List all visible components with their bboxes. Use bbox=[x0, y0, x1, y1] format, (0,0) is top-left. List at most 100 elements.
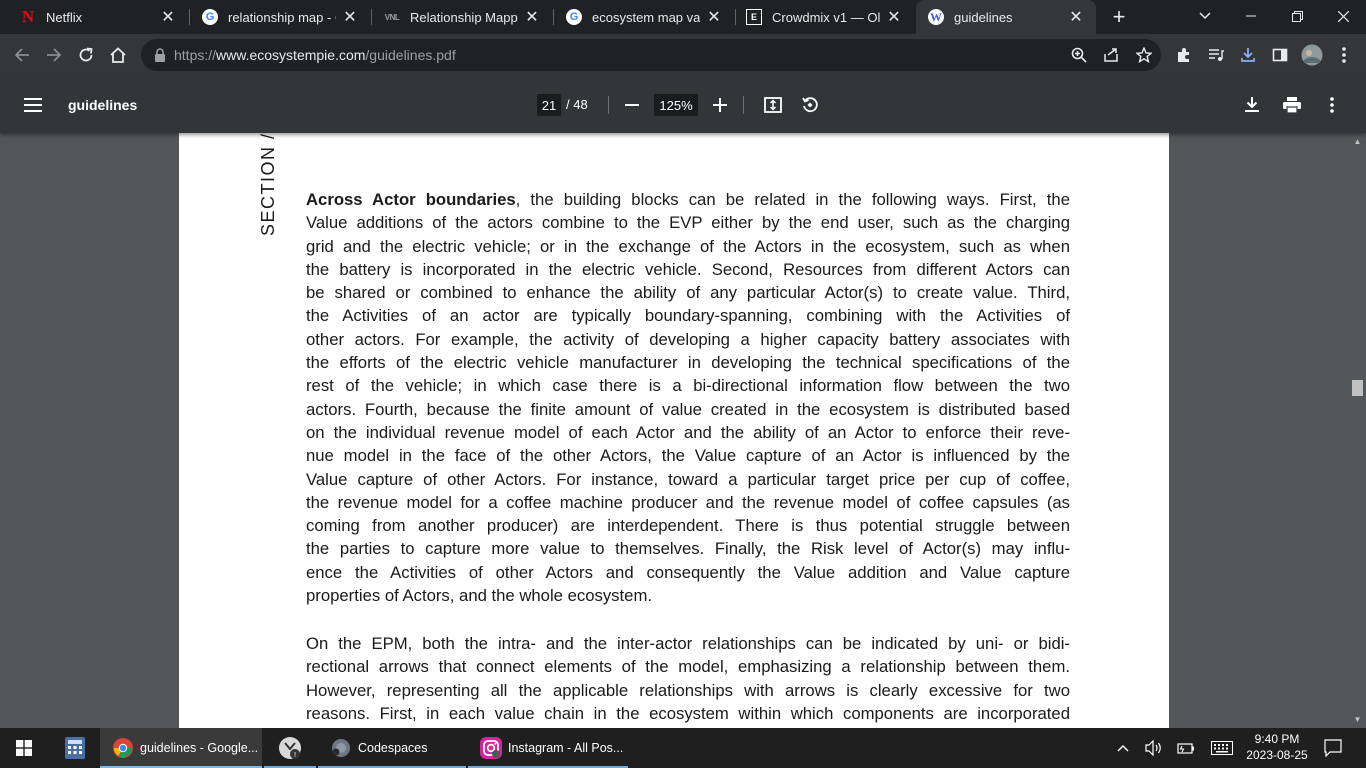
more-vert-icon bbox=[1330, 97, 1334, 113]
download-button[interactable] bbox=[1240, 93, 1264, 117]
taskbar-chrome-guidelines[interactable]: guidelines - Google... bbox=[100, 728, 262, 768]
calculator-icon bbox=[65, 737, 85, 759]
text-line: However, representing all the applicable… bbox=[306, 680, 1070, 700]
minimize-icon bbox=[1246, 15, 1256, 17]
start-button[interactable] bbox=[0, 728, 48, 768]
taskbar-label: Instagram - All Pos... bbox=[508, 741, 624, 755]
restore-button[interactable] bbox=[1274, 0, 1320, 32]
zoom-in-button[interactable] bbox=[708, 93, 732, 117]
codespaces-icon bbox=[332, 739, 350, 757]
fit-page-icon bbox=[764, 97, 782, 113]
back-button[interactable] bbox=[10, 43, 34, 67]
zoom-icon[interactable] bbox=[1069, 45, 1089, 65]
volume-button[interactable] bbox=[1142, 728, 1166, 768]
chrome-icon bbox=[113, 738, 133, 758]
keyboard-button[interactable] bbox=[1206, 728, 1238, 768]
svg-text:!: ! bbox=[294, 751, 297, 759]
pdf-title: guidelines bbox=[68, 97, 138, 113]
download-icon[interactable] bbox=[1236, 43, 1260, 67]
tab-title: Relationship Mapping bbox=[410, 9, 518, 25]
text-line: the efforts of the electric vehicle manu… bbox=[306, 353, 1070, 373]
zoom-out-button[interactable] bbox=[620, 93, 644, 117]
text-line: Across Actor boundaries, the building bl… bbox=[306, 188, 1070, 211]
text-line: On the EPM, both the intra- and the inte… bbox=[306, 634, 1070, 653]
taskbar-calculator[interactable] bbox=[52, 728, 98, 768]
chevron-up-icon bbox=[1117, 745, 1129, 752]
vertical-scrollbar[interactable]: ▲ ▼ bbox=[1349, 133, 1366, 728]
taskbar-label: guidelines - Google... bbox=[140, 741, 259, 755]
minus-icon bbox=[625, 104, 639, 106]
close-icon[interactable]: ✕ bbox=[158, 7, 178, 27]
paragraph-actor-boundaries: Across Actor boundaries, the building bl… bbox=[306, 188, 1070, 607]
notifications-button[interactable] bbox=[1318, 728, 1348, 768]
rotate-icon bbox=[802, 97, 818, 113]
scroll-down-arrow-icon[interactable]: ▼ bbox=[1353, 715, 1362, 724]
rotate-button[interactable] bbox=[798, 93, 822, 117]
hamburger-menu-icon[interactable] bbox=[22, 94, 44, 114]
profile-avatar-icon[interactable] bbox=[1300, 43, 1324, 67]
tab-crowdmix[interactable]: E Crowdmix v1 — Olga ✕ bbox=[734, 0, 914, 34]
reload-button[interactable] bbox=[74, 43, 98, 67]
printer-icon bbox=[1283, 97, 1301, 113]
taskbar-instagram[interactable]: Instagram - All Pos... bbox=[468, 728, 628, 768]
tab-netflix[interactable]: N Netflix ✕ bbox=[8, 0, 188, 34]
print-button[interactable] bbox=[1280, 93, 1304, 117]
tab-guidelines[interactable]: W guidelines ✕ bbox=[916, 0, 1096, 34]
pdf-toolbar: guidelines 21 / 48 125% bbox=[0, 76, 1366, 133]
taskbar-clock[interactable]: 9:40 PM 2023-08-25 bbox=[1244, 731, 1310, 763]
scroll-up-arrow-icon[interactable]: ▲ bbox=[1353, 137, 1362, 146]
section-label: SECTION / bbox=[258, 132, 278, 236]
forward-button[interactable] bbox=[42, 43, 66, 67]
battery-button[interactable] bbox=[1174, 728, 1198, 768]
taskbar-codespaces[interactable]: Codespaces bbox=[318, 728, 466, 768]
close-icon[interactable]: ✕ bbox=[522, 7, 542, 27]
extensions-icon[interactable] bbox=[1172, 43, 1196, 67]
more-actions-button[interactable] bbox=[1320, 93, 1344, 117]
minimize-button[interactable] bbox=[1228, 0, 1274, 32]
bookmark-star-icon[interactable] bbox=[1134, 45, 1154, 65]
tab-title: guidelines bbox=[954, 9, 1013, 25]
crowdmix-icon: E bbox=[746, 9, 762, 25]
tab-search-button[interactable] bbox=[1182, 0, 1228, 32]
text-line: on the individual revenue model of each … bbox=[306, 422, 1070, 442]
zoom-level-input[interactable]: 125% bbox=[654, 94, 698, 116]
close-icon[interactable]: ✕ bbox=[884, 7, 904, 27]
taskbar-github-desktop[interactable]: ! bbox=[264, 728, 316, 768]
back-arrow-icon bbox=[14, 48, 29, 62]
chevron-down-icon bbox=[1199, 12, 1211, 20]
reload-icon bbox=[79, 47, 93, 62]
address-bar[interactable]: https://www.ecosystempie.com/guidelines.… bbox=[141, 39, 1161, 71]
scrollbar-thumb[interactable] bbox=[1352, 380, 1363, 396]
close-icon bbox=[1337, 10, 1349, 22]
fit-to-page-button[interactable] bbox=[761, 93, 785, 117]
chrome-menu-icon[interactable] bbox=[1332, 43, 1356, 67]
close-window-button[interactable] bbox=[1320, 0, 1366, 32]
close-icon[interactable]: ✕ bbox=[340, 7, 360, 27]
plus-icon bbox=[713, 98, 727, 112]
google-icon: G bbox=[202, 9, 218, 25]
close-icon[interactable]: ✕ bbox=[1066, 7, 1086, 27]
new-tab-button[interactable]: + bbox=[1105, 4, 1133, 29]
text-line: other actors. For example, the activity … bbox=[306, 329, 1070, 349]
page-number-input[interactable]: 21 bbox=[537, 94, 561, 116]
lock-icon[interactable] bbox=[153, 47, 167, 63]
text-line: properties of Actors, and the whole ecos… bbox=[306, 586, 652, 606]
battery-icon bbox=[1177, 743, 1194, 754]
text-line: be shared or combined to enhance the abi… bbox=[306, 283, 1070, 303]
home-button[interactable] bbox=[106, 43, 130, 67]
show-hidden-icons-button[interactable] bbox=[1112, 728, 1134, 768]
tab-relationship-map[interactable]: G relationship map - Goo ✕ bbox=[190, 0, 370, 34]
text-line: the battery is incorporated in the elect… bbox=[306, 259, 1070, 279]
vnl-icon: VNL bbox=[384, 12, 400, 22]
text-line: grid and the electric vehicle; or in the… bbox=[306, 236, 1070, 256]
close-icon[interactable]: ✕ bbox=[704, 7, 724, 27]
side-panel-icon[interactable] bbox=[1268, 43, 1292, 67]
tab-relationship-mapping[interactable]: VNL Relationship Mapping ✕ bbox=[372, 0, 552, 34]
tab-title: ecosystem map value bbox=[592, 9, 700, 25]
notification-icon bbox=[1324, 739, 1342, 757]
media-control-icon[interactable] bbox=[1204, 43, 1228, 67]
text-line: rectional arrows that connect elements o… bbox=[306, 657, 1070, 677]
windows-taskbar: guidelines - Google... ! Codespaces Inst… bbox=[0, 728, 1366, 768]
share-icon[interactable] bbox=[1101, 45, 1121, 65]
tab-ecosystem-map[interactable]: G ecosystem map value ✕ bbox=[554, 0, 734, 34]
